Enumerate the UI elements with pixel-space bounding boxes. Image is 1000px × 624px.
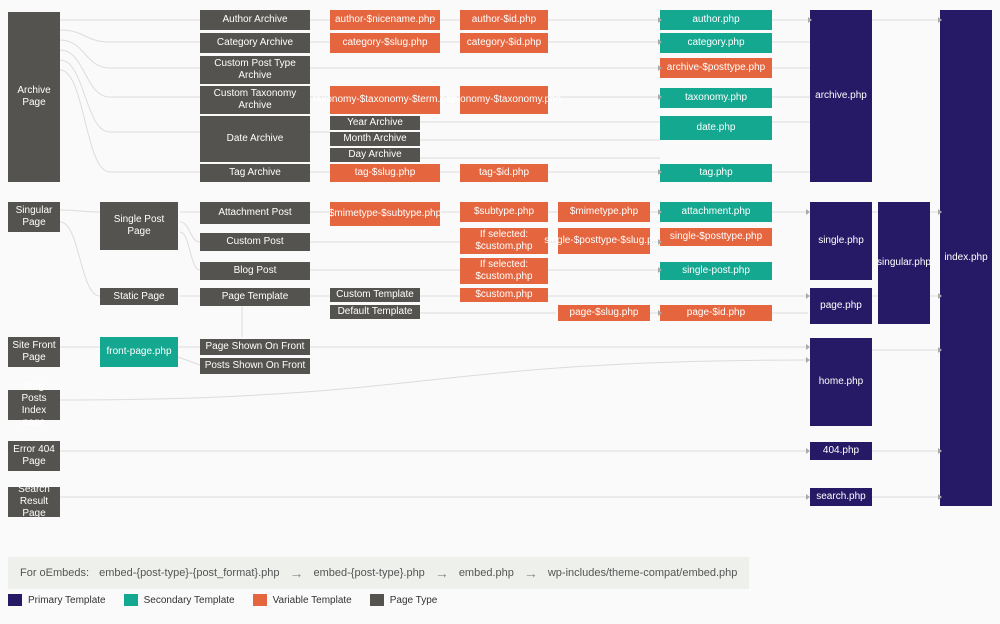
node-archive-php: archive.php (810, 10, 872, 182)
node-blog-post: Blog Post (200, 262, 310, 280)
legend-variable: Variable Template (253, 594, 352, 606)
node-blog-posts-index: Blog Posts Index page (8, 390, 60, 420)
node-tag-archive: Tag Archive (200, 164, 310, 182)
node-month-archive: Month Archive (330, 132, 420, 146)
node-date-php: date.php (660, 116, 772, 140)
node-404-php: 404.php (810, 442, 872, 460)
node-singular-page: Singular Page (8, 202, 60, 232)
node-page-template: Page Template (200, 288, 310, 306)
node-subtype: $subtype.php (460, 202, 548, 222)
node-single-posttype: single-$posttype.php (660, 228, 772, 246)
node-year-archive: Year Archive (330, 116, 420, 130)
node-taxonomy-term: taxonomy-$taxonomy-$term.php (330, 86, 440, 114)
node-tag-slug: tag-$slug.php (330, 164, 440, 182)
node-author-archive: Author Archive (200, 10, 310, 30)
node-page-php: page.php (810, 288, 872, 324)
oembed-footer: For oEmbeds: embed-{post-type}-{post_for… (8, 557, 749, 589)
node-mimetype: $mimetype.php (558, 202, 650, 222)
legend-pagetype: Page Type (370, 594, 438, 606)
node-error-404: Error 404 Page (8, 441, 60, 471)
node-category-id: category-$id.php (460, 33, 548, 53)
node-author-php: author.php (660, 10, 772, 30)
node-static-page: Static Page (100, 288, 178, 305)
node-archive-page: Archive Page (8, 12, 60, 182)
oembed-step-3: embed.php (459, 567, 514, 579)
legend-primary: Primary Template (8, 594, 106, 606)
legend-secondary: Secondary Template (124, 594, 235, 606)
node-date-archive: Date Archive (200, 116, 310, 162)
node-single-post-page: Single Post Page (100, 202, 178, 250)
oembed-step-2: embed-{post-type}.php (314, 567, 425, 579)
node-single-post-php: single-post.php (660, 262, 772, 280)
legend: Primary Template Secondary Template Vari… (8, 594, 437, 606)
node-taxonomy-tax: taxonomy-$taxonomy.php (460, 86, 548, 114)
node-tag-id: tag-$id.php (460, 164, 548, 182)
oembed-step-1: embed-{post-type}-{post_format}.php (99, 567, 279, 579)
node-index-php: index.php (940, 10, 992, 506)
node-category-php: category.php (660, 33, 772, 53)
node-custom-php: $custom.php (460, 288, 548, 302)
arrow-icon: → (435, 565, 449, 581)
node-author-nicename: author-$nicename.php (330, 10, 440, 30)
oembed-label: For oEmbeds: (20, 567, 89, 579)
node-page-slug: page-$slug.php (558, 305, 650, 321)
node-default-template: Default Template (330, 305, 420, 319)
node-author-id: author-$id.php (460, 10, 548, 30)
node-if-selected-2: If selected: $custom.php (460, 258, 548, 284)
node-archive-posttype: archive-$posttype.php (660, 58, 772, 78)
node-taxonomy-php: taxonomy.php (660, 88, 772, 108)
template-hierarchy-diagram: Archive Page Singular Page Site Front Pa… (0, 0, 1000, 624)
node-page-id: page-$id.php (660, 305, 772, 321)
node-custom-template: Custom Template (330, 288, 420, 302)
arrow-icon: → (290, 565, 304, 581)
arrow-icon: → (524, 565, 538, 581)
node-custom-post: Custom Post (200, 233, 310, 251)
node-front-page-php: front-page.php (100, 337, 178, 367)
node-ctt-archive: Custom Taxonomy Archive (200, 86, 310, 114)
node-category-slug: category-$slug.php (330, 33, 440, 53)
node-page-shown-front: Page Shown On Front (200, 339, 310, 355)
node-posts-shown-front: Posts Shown On Front (200, 358, 310, 374)
node-if-selected-1: If selected: $custom.php (460, 228, 548, 254)
node-attachment-post: Attachment Post (200, 202, 310, 224)
node-day-archive: Day Archive (330, 148, 420, 162)
node-tag-php: tag.php (660, 164, 772, 182)
node-single-posttype-slug: single-$posttype-$slug.php (558, 228, 650, 254)
node-home-php: home.php (810, 338, 872, 426)
node-search-result: Search Result Page (8, 487, 60, 517)
node-category-archive: Category Archive (200, 33, 310, 53)
node-cpt-archive: Custom Post Type Archive (200, 56, 310, 84)
node-singular-php: singular.php (878, 202, 930, 324)
node-attachment-php: attachment.php (660, 202, 772, 222)
node-mimetype-subtype: $mimetype-$subtype.php (330, 202, 440, 226)
oembed-step-4: wp-includes/theme-compat/embed.php (548, 567, 738, 579)
node-search-php: search.php (810, 488, 872, 506)
node-site-front-page: Site Front Page (8, 337, 60, 367)
node-single-php: single.php (810, 202, 872, 280)
